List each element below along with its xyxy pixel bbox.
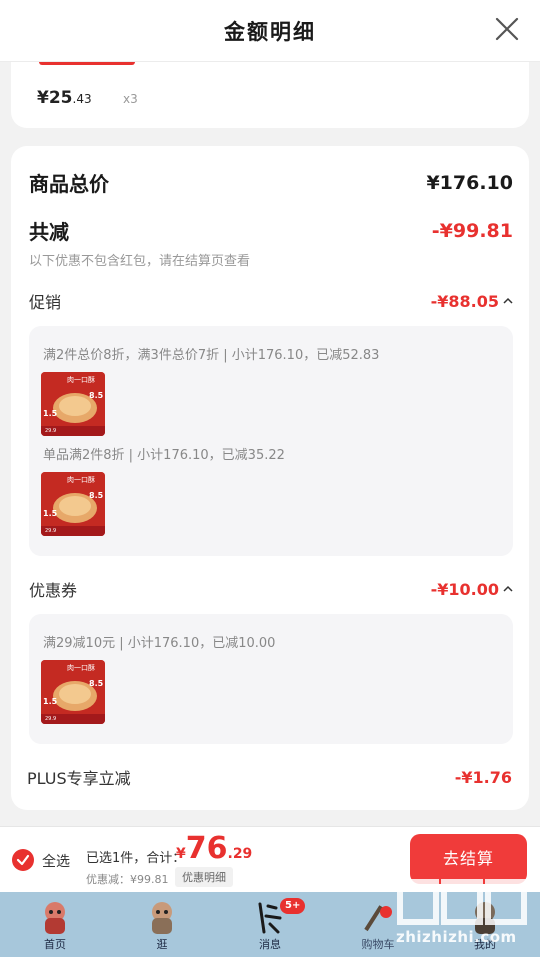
promo-value: -¥88.05	[431, 292, 513, 311]
promo-rule: 满2件总价8折，满3件总价7折 | 小计176.10，已减52.83	[43, 348, 380, 363]
svg-text:肉一口酥: 肉一口酥	[67, 375, 95, 384]
browse-mascot-icon	[152, 902, 172, 934]
messages-badge: 5+	[280, 898, 306, 914]
tab-label: 消息	[259, 938, 281, 951]
svg-text:8.5: 8.5	[89, 491, 104, 500]
product-thumbnail[interactable]: 肉一口酥 8.5 1.5 29.9	[41, 372, 105, 436]
coupon-detail-group: 满29减10元 | 小计176.10，已减10.00 肉一口酥 8.5 1.5 …	[29, 614, 513, 744]
sheet-header: 金额明细	[0, 0, 540, 62]
tab-label: 首页	[44, 938, 66, 951]
svg-text:29.9: 29.9	[45, 716, 56, 722]
home-mascot-icon	[45, 902, 65, 934]
total-row: 商品总价 ¥176.10	[29, 168, 513, 197]
tab-label: 逛	[156, 938, 168, 951]
plus-row: PLUS专享立减 -¥1.76	[27, 765, 513, 789]
tab-messages[interactable]: 5+ 消息	[230, 892, 310, 957]
tab-browse[interactable]: 逛	[122, 892, 202, 957]
promo-label: 促销	[29, 293, 62, 312]
sheet-title: 金额明细	[224, 20, 316, 44]
plus-label: PLUS专享立减	[27, 769, 131, 788]
promo-rule: 单品满2件8折 | 小计176.10，已减35.22	[43, 448, 285, 463]
product-thumbnail[interactable]: 肉一口酥 8.5 1.5 29.9	[41, 660, 105, 724]
chevron-up-icon	[503, 297, 513, 304]
chevron-up-icon	[503, 585, 513, 592]
svg-text:29.9: 29.9	[45, 528, 56, 534]
plus-value: -¥1.76	[454, 767, 512, 787]
select-all-checkbox[interactable]	[12, 849, 34, 871]
svg-text:1.5: 1.5	[43, 409, 58, 418]
total-label: 商品总价	[29, 172, 109, 196]
selected-count: 已选1件，合计：	[86, 851, 186, 866]
promo-detail-group: 满2件总价8折，满3件总价7折 | 小计176.10，已减52.83 肉一口酥 …	[29, 326, 513, 556]
total-price: ¥76.29	[176, 831, 253, 866]
coupon-row[interactable]: 优惠券 -¥10.00	[29, 577, 513, 601]
close-icon[interactable]	[494, 16, 520, 42]
svg-text:29.9: 29.9	[45, 428, 56, 434]
select-all-label[interactable]: 全选	[42, 851, 70, 871]
svg-text:8.5: 8.5	[89, 679, 104, 688]
item-quantity: x3	[123, 92, 138, 106]
tab-home[interactable]: 首页	[15, 892, 95, 957]
total-value: ¥176.10	[426, 171, 513, 194]
svg-text:1.5: 1.5	[43, 509, 58, 518]
coupon-rule: 满29减10元 | 小计176.10，已减10.00	[43, 636, 276, 651]
watermark-text: zhizhizhi.com	[396, 928, 517, 946]
item-card: ¥25.43 x3	[11, 62, 529, 128]
promo-row[interactable]: 促销 -¥88.05	[29, 289, 513, 313]
discount-value: -¥99.81	[431, 219, 513, 242]
svg-text:8.5: 8.5	[89, 391, 104, 400]
discount-row: 共减 -¥99.81	[29, 216, 513, 245]
coupon-label: 优惠券	[29, 581, 78, 600]
item-price: ¥25.43	[37, 88, 92, 108]
svg-text:1.5: 1.5	[43, 697, 58, 706]
saved-amount: 优惠减：¥99.81	[86, 873, 169, 886]
discount-label: 共减	[29, 220, 69, 244]
check-icon	[16, 854, 30, 866]
svg-text:肉一口酥: 肉一口酥	[67, 475, 95, 484]
item-tag-edge	[39, 62, 135, 65]
discount-detail-button[interactable]: 优惠明细	[175, 867, 233, 887]
svg-text:肉一口酥: 肉一口酥	[67, 663, 95, 672]
discount-note: 以下优惠不包含红包，请在结算页查看	[29, 254, 251, 269]
amount-breakdown-card: 商品总价 ¥176.10 共减 -¥99.81 以下优惠不包含红包，请在结算页查…	[11, 146, 529, 810]
coupon-value: -¥10.00	[431, 580, 513, 599]
product-thumbnail[interactable]: 肉一口酥 8.5 1.5 29.9	[41, 472, 105, 536]
